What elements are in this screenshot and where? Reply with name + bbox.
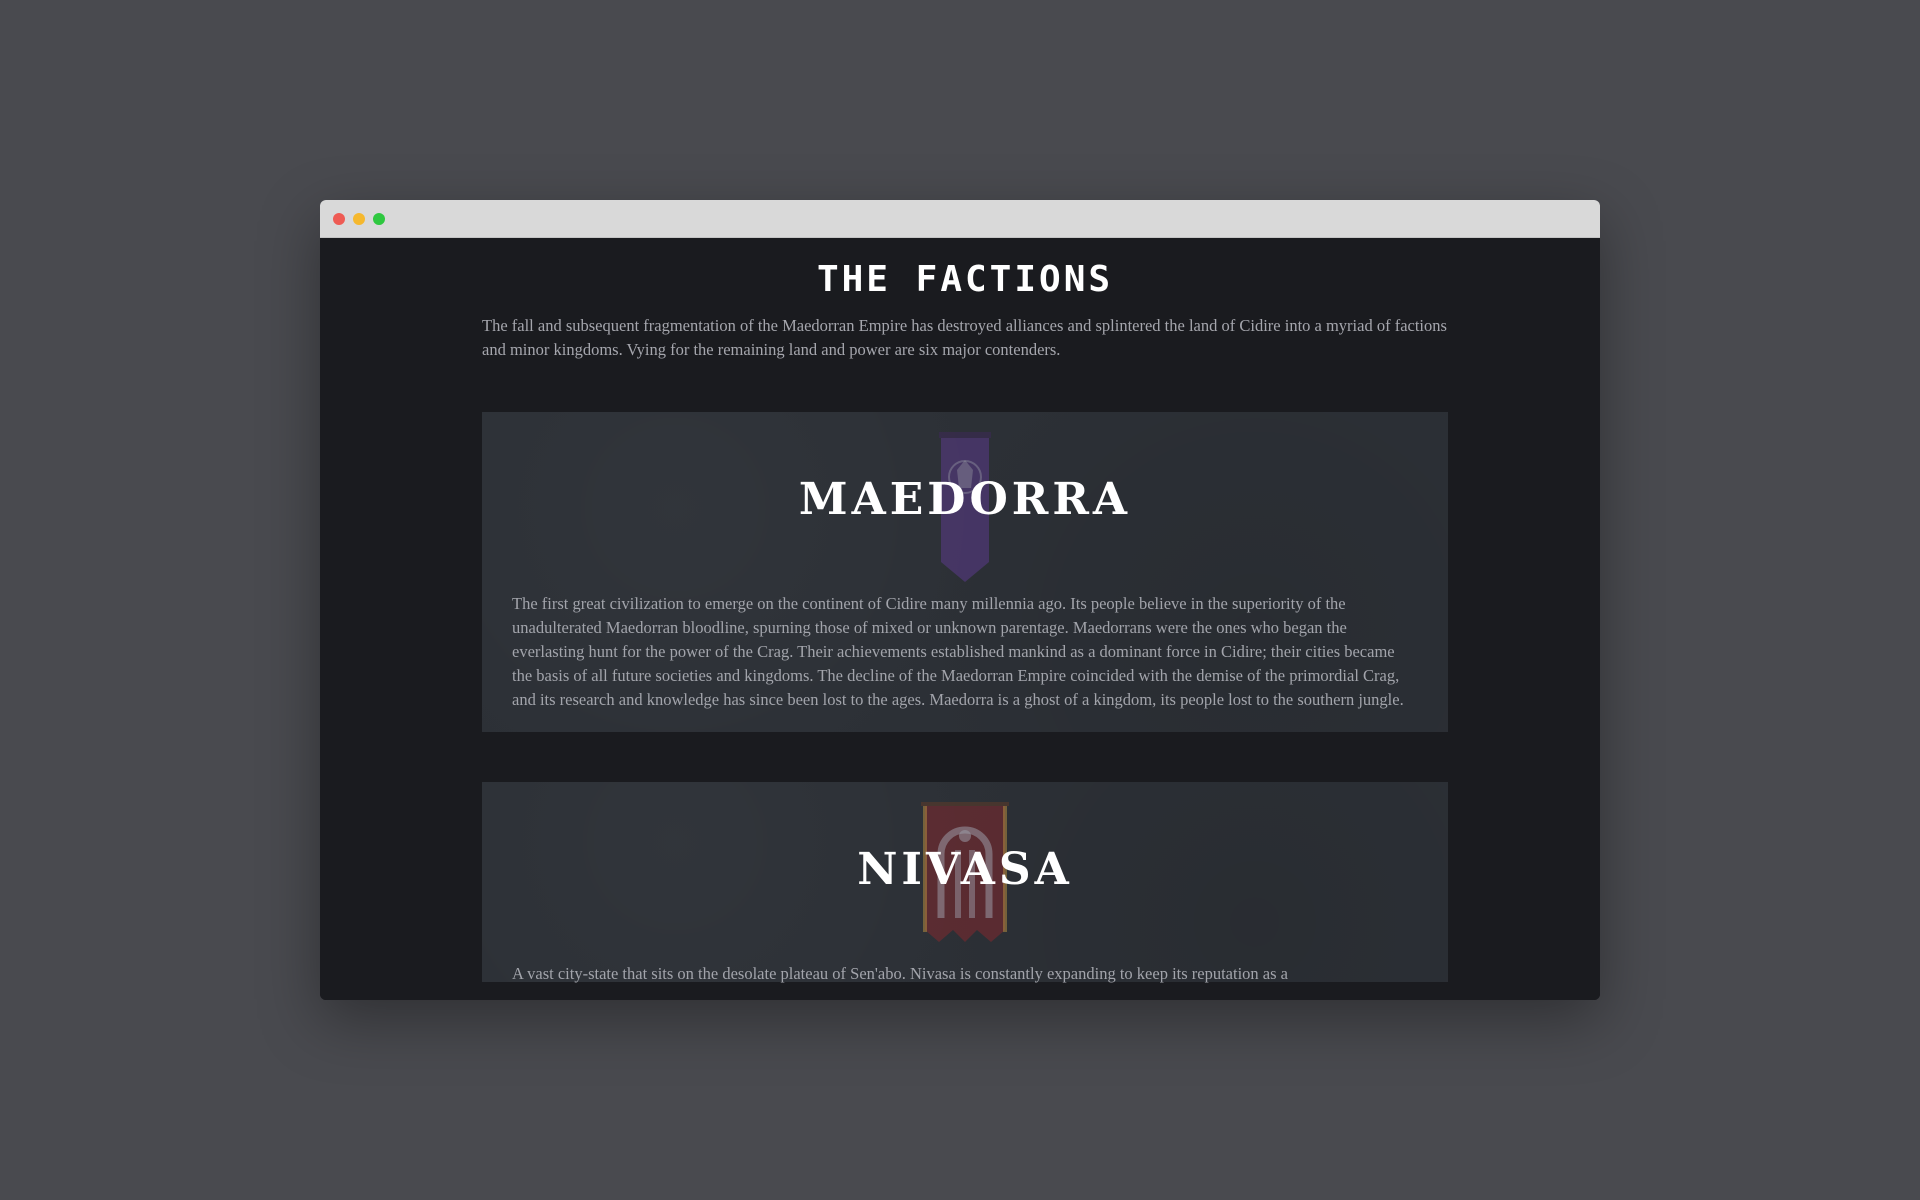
faction-header: Maedorra	[482, 412, 1448, 592]
faction-description: A vast city-state that sits on the desol…	[512, 964, 1288, 983]
faction-name: Maedorra	[798, 474, 1132, 525]
page-title: The Factions	[816, 259, 1114, 300]
faction-name: Nivasa	[857, 844, 1073, 895]
page-content: The Factions The fall and subsequent fra…	[482, 259, 1448, 983]
intro-text: The fall and subsequent fragmentation of…	[482, 316, 1447, 359]
close-window-button[interactable]	[333, 213, 345, 225]
browser-window: The Factions The fall and subsequent fra…	[320, 200, 1600, 1000]
minimize-window-button[interactable]	[353, 213, 365, 225]
faction-header: Nivasa	[482, 782, 1448, 962]
faction-card-nivasa: Nivasa A vast city-state that sits on th…	[482, 782, 1448, 983]
maximize-window-button[interactable]	[373, 213, 385, 225]
window-titlebar	[320, 200, 1600, 238]
page-viewport[interactable]: The Factions The fall and subsequent fra…	[320, 238, 1600, 1000]
faction-description: The first great civilization to emerge o…	[512, 594, 1404, 709]
faction-card-maedorra: Maedorra The first great civilization to…	[482, 412, 1448, 732]
